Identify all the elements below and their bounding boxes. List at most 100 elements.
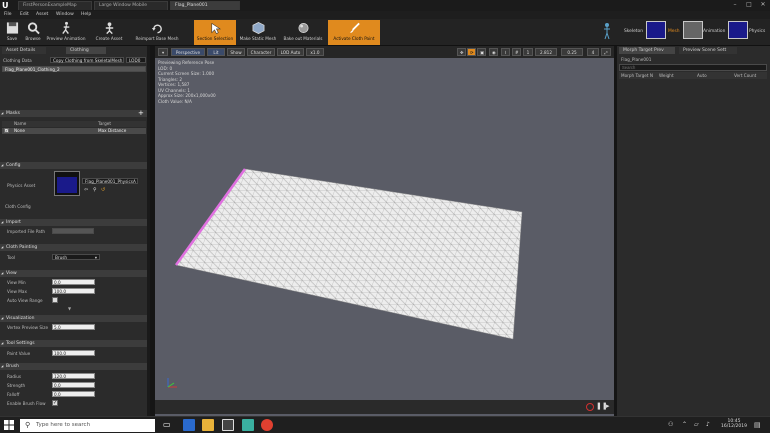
file-explorer-icon[interactable] <box>202 419 214 431</box>
paint-value-input[interactable]: 100.0 <box>52 350 95 356</box>
mode-physics[interactable]: Physics <box>749 22 765 42</box>
create-asset-button[interactable]: Create Asset <box>92 20 126 45</box>
physics-thumbnail <box>728 21 748 39</box>
reset-icon[interactable]: ↺ <box>101 187 105 193</box>
radius-value: 120.0 <box>54 374 66 379</box>
preview-animation-button[interactable]: Preview Animation <box>44 20 88 45</box>
view-min-input[interactable]: 0.0 <box>52 279 95 285</box>
col-target: Target <box>98 121 111 126</box>
save-button[interactable]: Save <box>2 20 22 45</box>
network-icon[interactable]: ▱ <box>694 421 699 428</box>
edge-icon[interactable] <box>183 419 195 431</box>
cloth-painting-header[interactable]: Cloth Painting <box>0 244 147 251</box>
reimport-base-mesh-button[interactable]: Reimport Base Mesh <box>132 20 182 45</box>
paint-brush-icon <box>349 22 360 33</box>
save-icon <box>6 22 18 34</box>
chrome-icon[interactable] <box>261 419 273 431</box>
tab-large-window[interactable]: Large Window Mobile <box>94 1 168 10</box>
radius-label: Radius <box>7 374 22 379</box>
tab-label: Flag_Plane001 <box>175 3 208 8</box>
tool-settings-header[interactable]: Tool Settings <box>0 340 147 347</box>
bake-out-materials-button[interactable]: Bake out Materials <box>282 20 324 45</box>
section-selection-button[interactable]: Section Selection <box>194 20 236 45</box>
imported-file-path-field[interactable] <box>52 228 94 234</box>
brush-header[interactable]: Brush <box>0 363 147 370</box>
tab-preview-scene-settings[interactable]: Preview Scene Sett <box>679 47 737 54</box>
expand-arrow-icon[interactable]: ▼ <box>68 306 71 311</box>
copy-clothing-button[interactable]: Copy Clothing from SkeletalMesh <box>50 57 124 63</box>
section-title: View <box>6 271 17 276</box>
add-mask-icon[interactable]: + <box>138 110 146 117</box>
make-static-mesh-label: Make Static Mesh <box>239 36 277 41</box>
activate-cloth-paint-button[interactable]: Activate Cloth Paint <box>328 20 380 45</box>
windows-start-icon[interactable] <box>4 420 14 430</box>
close-icon[interactable]: ✕ <box>756 0 770 10</box>
menu-help[interactable]: Help <box>81 11 91 19</box>
chevron-up-icon[interactable]: ⌃ <box>682 421 687 428</box>
view-header[interactable]: View <box>0 270 147 277</box>
cloth-mesh[interactable] <box>155 46 614 416</box>
mask-enabled-checkbox[interactable]: ✓ <box>4 128 9 133</box>
tab-asset-details[interactable]: Asset Details <box>2 47 46 54</box>
search-input[interactable] <box>619 64 767 71</box>
volume-icon[interactable]: ♪ <box>706 421 710 428</box>
task-view-icon[interactable]: ▭ <box>163 420 171 429</box>
radius-input[interactable]: 120.0 <box>52 373 95 379</box>
make-static-mesh-button[interactable]: Make Static Mesh <box>238 20 278 45</box>
section-title: Masks <box>6 111 20 116</box>
section-selection-label: Section Selection <box>196 36 234 41</box>
visualization-header[interactable]: Visualization <box>0 315 147 322</box>
mode-skeleton[interactable]: Skeleton <box>624 22 643 42</box>
search-icon[interactable]: ⚲ <box>93 187 97 193</box>
tab-clothing[interactable]: Clothing <box>66 47 106 54</box>
auto-view-range-checkbox[interactable] <box>52 297 58 303</box>
strength-input[interactable]: 0.0 <box>52 382 95 388</box>
vertex-preview-size-input[interactable]: 5.0 <box>52 324 95 330</box>
notifications-icon[interactable]: ▤ <box>754 421 761 429</box>
config-header[interactable]: Config <box>0 162 147 169</box>
clothing-list-item[interactable]: Flag_Plane001_Clothing_2 <box>2 66 146 72</box>
cloth-config-label: Cloth Config <box>5 204 31 209</box>
menu-asset[interactable]: Asset <box>36 11 48 19</box>
bake-materials-icon <box>297 22 309 34</box>
col-weight: Weight <box>659 73 674 78</box>
section-selection-icon <box>211 22 221 34</box>
maximize-icon[interactable]: □ <box>742 0 756 10</box>
falloff-input[interactable]: 0.0 <box>52 391 95 397</box>
menu-edit[interactable]: Edit <box>20 11 29 19</box>
left-panel-scrollbar[interactable] <box>147 46 150 416</box>
import-header[interactable]: Import <box>0 219 147 226</box>
physics-asset-select[interactable]: Flag_Plane001_PhysicsA <box>82 178 138 184</box>
tab-morph-target-preview[interactable]: Morph Target Prev <box>619 47 675 54</box>
minimize-icon[interactable]: – <box>728 0 742 10</box>
tool-select[interactable]: Brush ▾ <box>52 254 100 260</box>
menu-window[interactable]: Window <box>56 11 74 19</box>
tab-first-person-map[interactable]: FirstPersonExampleMap <box>18 1 92 10</box>
unreal-engine-icon[interactable] <box>222 419 234 431</box>
taskbar-search-box[interactable]: ⚲ Type here to search <box>20 419 155 432</box>
mode-mesh[interactable]: Mesh <box>668 22 680 42</box>
search-icon <box>27 22 40 35</box>
table-row[interactable]: ✓ None Max Distance <box>2 128 146 134</box>
clock[interactable]: 10:45 16/12/2019 <box>720 419 748 429</box>
falloff-value: 0.0 <box>54 392 61 397</box>
people-icon[interactable]: ⚇ <box>668 421 673 428</box>
enable-brush-flow-checkbox[interactable]: ✓ <box>52 400 58 406</box>
mode-animation[interactable]: Animation <box>703 22 725 42</box>
browse-button[interactable]: Browse <box>23 20 43 45</box>
toolbar: Save Browse Preview Animation Create Ass… <box>0 19 770 46</box>
paint-value-label: Paint Value <box>7 351 31 356</box>
loop-icon[interactable]: ▸ <box>606 402 610 410</box>
search-icon: ⚲ <box>25 421 31 429</box>
masks-header[interactable]: Masks <box>0 110 147 117</box>
lod-select[interactable]: LOD0 <box>126 57 146 63</box>
clothing-panel: Asset Details Clothing Clothing Data Cop… <box>0 46 150 416</box>
viewport[interactable]: ▾ Perspective Lit Show Character LOD Aut… <box>155 46 614 416</box>
view-max-input[interactable]: 100.0 <box>52 288 95 294</box>
arrow-left-icon[interactable]: ⇦ <box>84 187 88 193</box>
record-icon[interactable] <box>586 403 594 411</box>
section-title: Tool Settings <box>6 341 35 346</box>
menu-file[interactable]: File <box>4 11 12 19</box>
tab-flag-plane[interactable]: Flag_Plane001 <box>170 1 240 10</box>
store-icon[interactable] <box>242 419 254 431</box>
